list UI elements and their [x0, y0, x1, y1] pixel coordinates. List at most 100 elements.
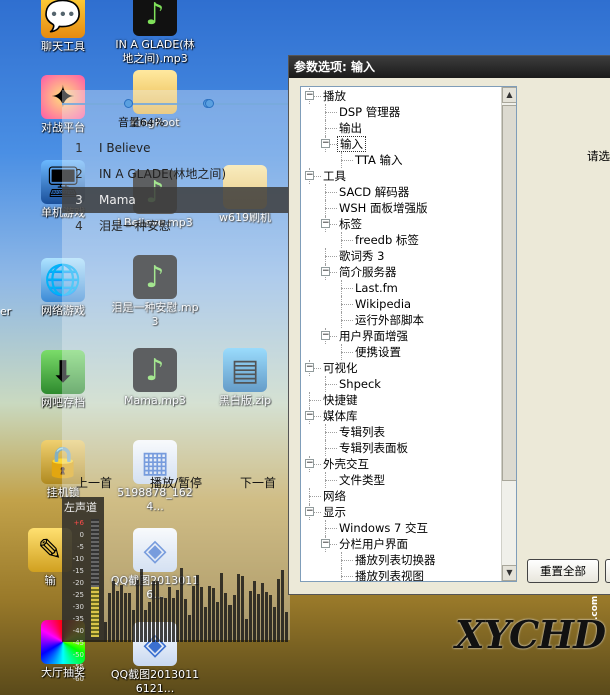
desktop-icon[interactable]: 💬 聊天工具 — [18, 0, 108, 54]
tree-item-label: Windows 7 交互 — [339, 521, 428, 535]
playlist-item[interactable]: 3 Mama — [62, 187, 290, 213]
tree-item[interactable]: − 显示 — [301, 504, 501, 520]
channel-label: 左声道 — [64, 501, 97, 514]
tree-item[interactable]: − 输入 — [301, 136, 501, 152]
spectrum-bar — [188, 614, 192, 642]
tree-connector — [341, 304, 353, 305]
spectrum-bar — [176, 589, 180, 642]
collapse-toggle-icon[interactable]: − — [305, 363, 314, 372]
track-number: 2 — [75, 167, 83, 181]
tree-item[interactable]: Last.fm — [301, 280, 501, 296]
db-tick-label: -25 — [72, 591, 84, 599]
tree-item-label: TTA 输入 — [355, 153, 403, 167]
play-pause-button[interactable]: 播放/暂停 — [150, 470, 202, 496]
volume-slider-track[interactable] — [62, 103, 290, 105]
playlist-item[interactable]: 2 IN A GLADE(林地之间) — [62, 161, 290, 187]
spectrum-bar — [136, 580, 140, 642]
scroll-up-arrow-icon[interactable]: ▲ — [502, 87, 516, 103]
scrollbar-thumb[interactable] — [502, 105, 516, 481]
tree-item[interactable]: − 分栏用户界面 — [301, 536, 501, 552]
tree-item-label: 分栏用户界面 — [339, 537, 408, 551]
tree-item[interactable]: − 标签 — [301, 216, 501, 232]
tree-item[interactable]: 专辑列表 — [301, 424, 501, 440]
tree-item[interactable]: 歌词秀 3 — [301, 248, 501, 264]
tree-item[interactable]: 专辑列表面板 — [301, 440, 501, 456]
tree-item[interactable]: − 简介服务器 — [301, 264, 501, 280]
level-meter-bar — [91, 519, 99, 637]
tree-item[interactable]: − 可视化 — [301, 360, 501, 376]
tree-item[interactable]: SACD 解码器 — [301, 184, 501, 200]
spectrum-bar — [152, 580, 156, 642]
collapse-toggle-icon[interactable]: − — [305, 91, 314, 100]
collapse-toggle-icon[interactable]: − — [321, 331, 330, 340]
playlist-item[interactable]: 1 I Believe — [62, 135, 290, 161]
collapse-toggle-icon[interactable]: − — [321, 267, 330, 276]
tree-connector — [325, 112, 337, 113]
reset-all-button[interactable]: 重置全部 — [527, 559, 599, 583]
tree-item[interactable]: − 外壳交互 — [301, 456, 501, 472]
db-tick-label: -45 — [72, 639, 84, 647]
spectrum-bar — [184, 599, 188, 642]
spectrum-bar — [260, 582, 264, 642]
playlist-item[interactable]: 4 泪是一种安慰 — [62, 213, 290, 239]
tree-item[interactable]: freedb 标签 — [301, 232, 501, 248]
tree-item[interactable]: WSH 面板增强版 — [301, 200, 501, 216]
spectrum-bar — [192, 585, 196, 642]
spectrum-bar — [144, 609, 148, 642]
tree-item[interactable]: Windows 7 交互 — [301, 520, 501, 536]
tree-item[interactable]: 便携设置 — [301, 344, 501, 360]
spectrum-bar — [232, 594, 236, 642]
tree-item[interactable]: DSP 管理器 — [301, 104, 501, 120]
collapse-toggle-icon[interactable]: − — [321, 219, 330, 228]
tree-item[interactable]: Wikipedia — [301, 296, 501, 312]
tree-item[interactable]: 播放列表视图 — [301, 568, 501, 581]
db-tick-label: -50 — [72, 651, 84, 659]
tree-scrollbar[interactable]: ▲ ▼ — [501, 87, 516, 581]
spectrum-bar — [224, 593, 228, 642]
previous-track-button[interactable]: 上一首 — [76, 470, 112, 496]
tree-item[interactable]: 运行外部脚本 — [301, 312, 501, 328]
tree-item[interactable]: Shpeck — [301, 376, 501, 392]
tree-item[interactable]: − 用户界面增强 — [301, 328, 501, 344]
tree-connector — [341, 320, 353, 321]
spectrum-bar — [212, 587, 216, 642]
tree-item[interactable]: − 播放 — [301, 88, 501, 104]
collapse-toggle-icon[interactable]: − — [305, 459, 314, 468]
collapse-toggle-icon[interactable]: − — [321, 139, 330, 148]
preferences-tree: − 播放 DSP 管理器 输出 − 输入 TTA 输入 − 工具 SACD 解码器 WSH 面板增强… — [300, 86, 517, 582]
tree-item-label: DSP 管理器 — [339, 105, 401, 119]
spectrum-bar — [116, 591, 120, 642]
spectrum-bar — [208, 586, 212, 642]
tree-item[interactable]: 网络 — [301, 488, 501, 504]
collapse-toggle-icon[interactable]: − — [305, 411, 314, 420]
track-number: 3 — [75, 193, 83, 207]
collapse-toggle-icon[interactable]: − — [305, 171, 314, 180]
tree-item[interactable]: TTA 输入 — [301, 152, 501, 168]
tree-connector — [325, 432, 337, 433]
spectrum-bar — [112, 580, 116, 642]
tree-item[interactable]: 文件类型 — [301, 472, 501, 488]
slider-knob-right[interactable] — [205, 99, 214, 108]
tree-item-label: 用户界面增强 — [339, 329, 408, 343]
spectrum-bar — [244, 619, 248, 642]
db-tick-label: 0 — [79, 531, 84, 539]
collapse-toggle-icon[interactable]: − — [305, 507, 314, 516]
tree-item[interactable]: − 工具 — [301, 168, 501, 184]
tree-connector — [341, 160, 353, 161]
track-number: 4 — [75, 219, 83, 233]
slider-knob-left[interactable] — [124, 99, 133, 108]
tree-item-label: 播放 — [323, 89, 346, 103]
next-track-button[interactable]: 下一首 — [240, 470, 276, 496]
scroll-down-arrow-icon[interactable]: ▼ — [502, 565, 516, 581]
tree-item[interactable]: − 媒体库 — [301, 408, 501, 424]
tree-item-label: 简介服务器 — [339, 265, 397, 279]
next-button-edge[interactable] — [605, 559, 610, 583]
desktop-icon[interactable]: ♪ IN A GLADE(林地之间).mp3 — [110, 0, 200, 66]
tree-item[interactable]: 快捷键 — [301, 392, 501, 408]
db-tick-label: -60 — [72, 675, 84, 683]
tree-item[interactable]: 输出 — [301, 120, 501, 136]
tree-connector — [325, 192, 337, 193]
tree-item[interactable]: 播放列表切换器 — [301, 552, 501, 568]
collapse-toggle-icon[interactable]: − — [321, 539, 330, 548]
music-file-icon: ♪ — [133, 0, 177, 36]
